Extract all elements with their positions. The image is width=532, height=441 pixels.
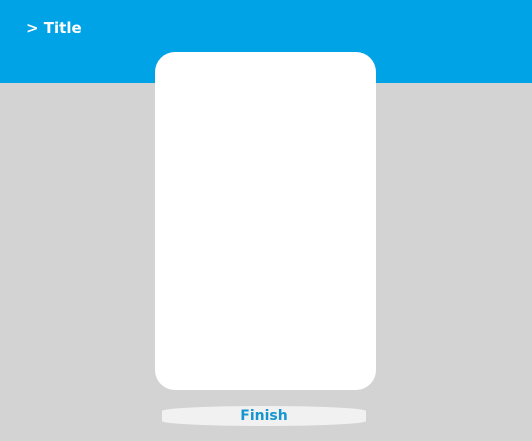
finish-button[interactable]: Finish	[162, 406, 366, 426]
content-card	[155, 52, 376, 390]
page-title: > Title	[26, 19, 82, 37]
